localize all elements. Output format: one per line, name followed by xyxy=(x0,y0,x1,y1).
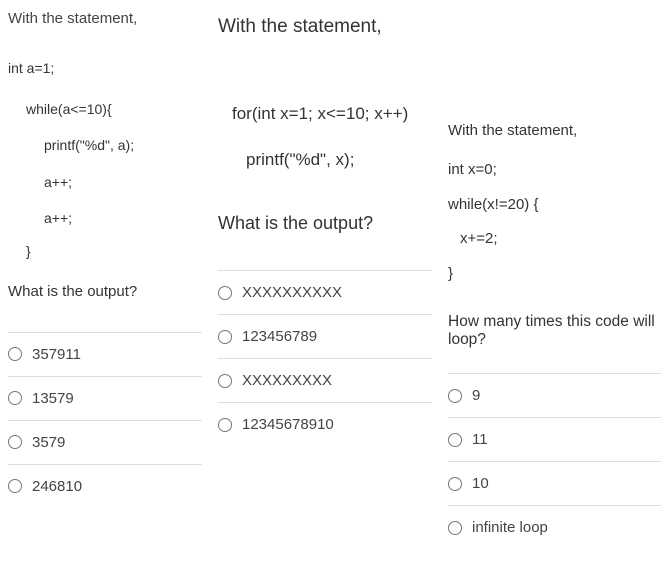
code-line: printf("%d", a); xyxy=(8,132,202,159)
code-line: } xyxy=(8,238,202,265)
radio-icon xyxy=(448,477,462,491)
radio-icon xyxy=(448,433,462,447)
option-label: 9 xyxy=(472,387,480,404)
option-row[interactable]: 11 xyxy=(448,417,661,461)
code-line: } xyxy=(448,257,661,292)
option-row[interactable]: infinite loop xyxy=(448,505,661,549)
option-label: 3579 xyxy=(32,434,65,451)
option-label: infinite loop xyxy=(472,519,548,536)
option-row[interactable]: 123456789 xyxy=(218,314,432,358)
code-line: while(x!=20) { xyxy=(448,188,661,223)
option-label: 11 xyxy=(472,431,488,448)
option-label: 246810 xyxy=(32,478,82,495)
question-text: What is the output? xyxy=(8,283,202,300)
option-label: 13579 xyxy=(32,390,74,407)
code-line: int a=1; xyxy=(8,55,202,82)
radio-icon xyxy=(8,435,22,449)
code-line: a++; xyxy=(8,169,202,196)
code-line: while(a<=10){ xyxy=(8,96,202,123)
radio-icon xyxy=(218,330,232,344)
radio-icon xyxy=(218,286,232,300)
option-label: 123456789 xyxy=(242,328,317,345)
radio-icon xyxy=(448,521,462,535)
options-list: XXXXXXXXXX 123456789 XXXXXXXXX 123456789… xyxy=(218,270,432,446)
option-row[interactable]: 12345678910 xyxy=(218,402,432,446)
radio-icon xyxy=(218,418,232,432)
intro-text: With the statement, xyxy=(448,122,661,139)
option-row[interactable]: 9 xyxy=(448,373,661,417)
code-line: printf("%d", x); xyxy=(218,142,432,178)
option-row[interactable]: 10 xyxy=(448,461,661,505)
option-label: XXXXXXXXXX xyxy=(242,284,342,301)
radio-icon xyxy=(8,479,22,493)
code-block: int a=1; while(a<=10){ printf("%d", a); … xyxy=(8,55,202,265)
question-column-3: With the statement, int x=0; while(x!=20… xyxy=(440,0,669,569)
options-list: 9 11 10 infinite loop xyxy=(448,373,661,549)
option-label: XXXXXXXXX xyxy=(242,372,332,389)
code-line: for(int x=1; x<=10; x++) xyxy=(218,96,432,132)
question-text: What is the output? xyxy=(218,213,432,234)
radio-icon xyxy=(8,347,22,361)
question-column-1: With the statement, int a=1; while(a<=10… xyxy=(0,0,210,569)
option-row[interactable]: XXXXXXXXXX xyxy=(218,270,432,314)
code-line: a++; xyxy=(8,205,202,232)
option-row[interactable]: 13579 xyxy=(8,376,202,420)
code-line: x+=2; xyxy=(448,222,661,257)
code-block: for(int x=1; x<=10; x++) printf("%d", x)… xyxy=(218,96,432,177)
option-label: 357911 xyxy=(32,346,81,363)
question-column-2: With the statement, for(int x=1; x<=10; … xyxy=(210,0,440,569)
option-row[interactable]: XXXXXXXXX xyxy=(218,358,432,402)
radio-icon xyxy=(8,391,22,405)
option-row[interactable]: 3579 xyxy=(8,420,202,464)
radio-icon xyxy=(448,389,462,403)
option-row[interactable]: 357911 xyxy=(8,332,202,376)
intro-text: With the statement, xyxy=(218,16,432,38)
option-label: 12345678910 xyxy=(242,416,334,433)
option-row[interactable]: 246810 xyxy=(8,464,202,508)
code-block: int x=0; while(x!=20) { x+=2; } xyxy=(448,153,661,291)
intro-text: With the statement, xyxy=(8,10,202,27)
option-label: 10 xyxy=(472,475,489,492)
options-list: 357911 13579 3579 246810 xyxy=(8,332,202,508)
question-text: How many times this code will loop? xyxy=(448,313,661,349)
code-line: int x=0; xyxy=(448,153,661,188)
radio-icon xyxy=(218,374,232,388)
spacer xyxy=(448,10,661,120)
